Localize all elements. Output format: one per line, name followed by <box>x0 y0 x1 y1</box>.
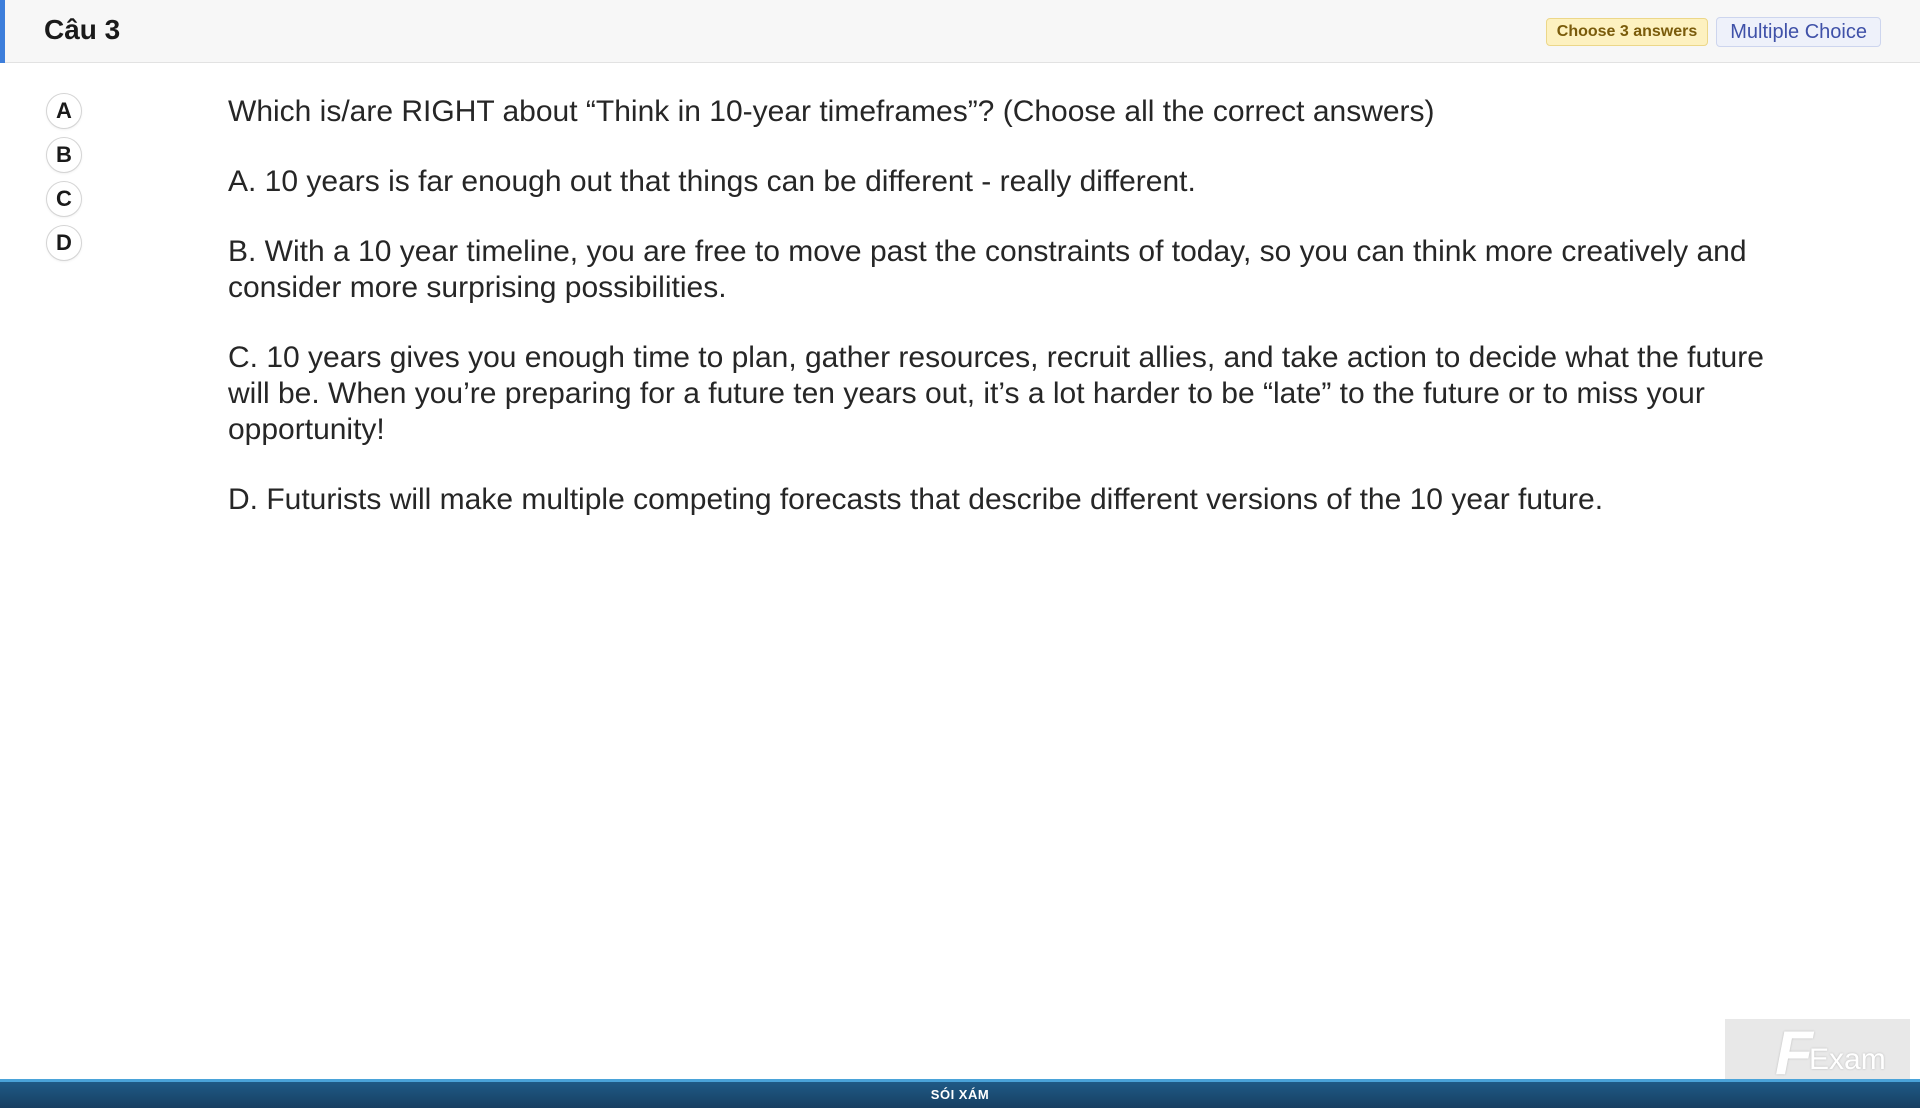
option-c-button[interactable]: C <box>46 181 82 217</box>
answer-count-badge: Choose 3 answers <box>1545 18 1709 46</box>
question-badges: Choose 3 answers Multiple Choice <box>1545 17 1881 47</box>
logo-text: Exam <box>1809 1043 1886 1076</box>
answer-text-d: D. Futurists will make multiple competin… <box>228 483 1604 516</box>
question-content: Which is/are RIGHT about “Think in 10-ye… <box>228 94 1768 552</box>
option-b-button[interactable]: B <box>46 137 82 173</box>
option-d-button[interactable]: D <box>46 225 82 261</box>
logo-mark: F <box>1775 1019 1813 1088</box>
answer-option-list: A B C D <box>46 93 82 261</box>
exam-page: Câu 3 Choose 3 answers Multiple Choice A… <box>0 0 1920 1108</box>
question-header: Câu 3 Choose 3 answers Multiple Choice <box>0 0 1920 63</box>
answer-text-b: B. With a 10 year timeline, you are free… <box>228 235 1747 304</box>
question-number-title: Câu 3 <box>44 14 121 45</box>
footer-text: SÓI XÁM <box>930 1087 990 1102</box>
answer-text-a: A. 10 years is far enough out that thing… <box>228 165 1196 198</box>
question-type-badge: Multiple Choice <box>1716 17 1881 47</box>
footer-bar: SÓI XÁM <box>0 1079 1920 1108</box>
option-a-button[interactable]: A <box>46 93 82 129</box>
answer-text-c: C. 10 years gives you enough time to pla… <box>228 341 1764 446</box>
question-stem: Which is/are RIGHT about “Think in 10-ye… <box>228 95 1435 128</box>
header-accent-bar <box>0 0 5 63</box>
